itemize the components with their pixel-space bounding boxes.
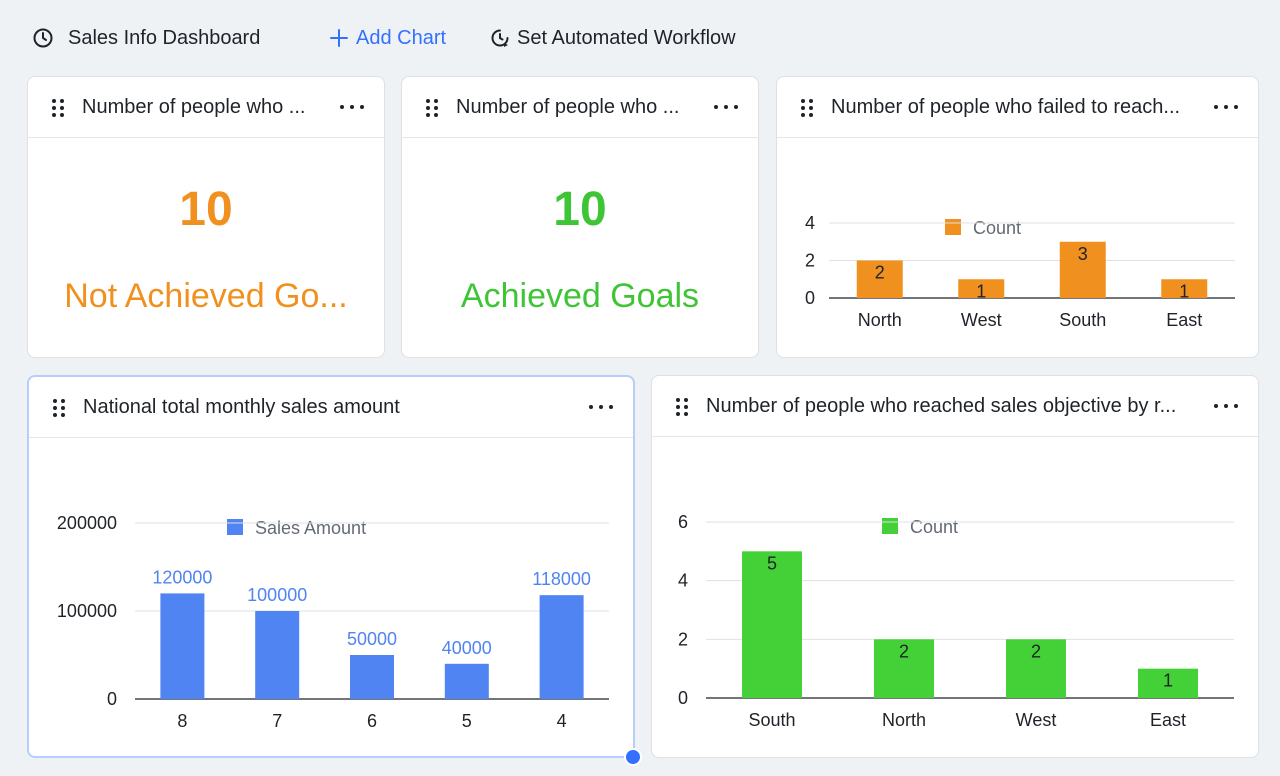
resize-handle[interactable] (624, 748, 642, 766)
drag-handle-icon[interactable] (53, 399, 65, 417)
y-tick-label: 200000 (57, 513, 117, 533)
card-monthly-sales[interactable]: National total monthly sales amount Sale… (27, 375, 635, 758)
legend-label: Count (910, 517, 958, 537)
data-label: 50000 (347, 629, 397, 649)
stat-value: 10 (179, 183, 233, 236)
card-header: Number of people who reached sales objec… (652, 376, 1258, 437)
x-tick-label: 7 (272, 711, 282, 731)
data-label: 100000 (247, 585, 307, 605)
x-tick-label: 4 (557, 711, 567, 731)
x-tick-label: 5 (462, 711, 472, 731)
data-label: 3 (1078, 244, 1088, 264)
reached-by-region-chart: Count 0 2 4 6 5 South 2 North 2 West 1 East (678, 512, 1234, 730)
drag-handle-icon[interactable] (52, 99, 64, 117)
x-tick-label: 6 (367, 711, 377, 731)
bar (444, 663, 489, 699)
drag-handle-icon[interactable] (676, 398, 688, 416)
data-label: 120000 (152, 567, 212, 587)
legend-swatch (227, 519, 243, 535)
y-tick-label: 4 (678, 571, 688, 591)
data-label: 1 (976, 281, 986, 301)
data-label: 2 (875, 263, 885, 283)
dashboard-title: Sales Info Dashboard (32, 24, 260, 52)
more-options-icon[interactable] (340, 95, 364, 119)
data-label: 2 (899, 641, 909, 661)
plus-icon (328, 27, 350, 49)
drag-handle-icon[interactable] (801, 99, 813, 117)
card-header: Number of people who ... (402, 77, 758, 138)
stat-value: 10 (553, 183, 607, 236)
chart-legend: Sales Amount (227, 518, 366, 538)
legend-label: Count (973, 218, 1021, 238)
card-title: National total monthly sales amount (83, 396, 400, 418)
data-label: 1 (1163, 671, 1173, 691)
more-options-icon[interactable] (1214, 95, 1238, 119)
card-title: Number of people who failed to reach... (831, 96, 1181, 118)
y-tick-label: 2 (805, 251, 815, 271)
y-tick-label: 2 (678, 629, 688, 649)
x-tick-label: North (882, 710, 926, 730)
card-not-achieved[interactable]: Number of people who ... 10 Not Achieved… (27, 76, 385, 358)
card-failed-by-region[interactable]: Number of people who failed to reach... … (776, 76, 1259, 358)
add-chart-label: Add Chart (356, 26, 447, 49)
bar (255, 611, 300, 699)
bar (539, 595, 584, 699)
data-label: 5 (767, 553, 777, 573)
bar (160, 593, 205, 699)
card-title: Number of people who ... (456, 96, 680, 118)
x-tick-label: 8 (177, 711, 187, 731)
card-title: Number of people who ... (82, 96, 306, 118)
bar (350, 655, 394, 699)
card-header: Number of people who ... (28, 77, 384, 138)
data-label: 2 (1031, 641, 1041, 661)
card-title: Number of people who reached sales objec… (706, 395, 1177, 417)
data-label: 1 (1179, 281, 1189, 301)
workflow-label: Set Automated Workflow (517, 26, 736, 49)
x-tick-label: North (858, 310, 902, 330)
x-tick-label: East (1166, 310, 1202, 330)
y-tick-label: 0 (107, 689, 117, 709)
card-reached-by-region[interactable]: Number of people who reached sales objec… (651, 375, 1259, 758)
y-tick-label: 0 (805, 288, 815, 308)
clock-icon (32, 27, 54, 49)
card-achieved[interactable]: Number of people who ... 10 Achieved Goa… (401, 76, 759, 358)
card-header: Number of people who failed to reach... (777, 77, 1258, 138)
x-tick-label: West (961, 310, 1002, 330)
data-label: 40000 (442, 638, 492, 658)
more-options-icon[interactable] (1214, 394, 1238, 418)
failed-by-region-chart: Count 0 2 4 2 North 1 West 3 South 1 East (805, 213, 1235, 330)
dashboard-title-label: Sales Info Dashboard (68, 26, 261, 49)
y-tick-label: 0 (678, 688, 688, 708)
chart-legend: Count (882, 517, 958, 537)
monthly-sales-chart: Sales Amount 0 100000 200000 120000 8 100000 7 5… (57, 513, 609, 731)
x-tick-label: East (1150, 710, 1186, 730)
y-tick-label: 6 (678, 512, 688, 532)
set-automated-workflow-button[interactable]: Set Automated Workflow (489, 24, 736, 52)
x-tick-label: South (1059, 310, 1106, 330)
add-chart-button[interactable]: Add Chart (328, 24, 446, 52)
stat-label: Achieved Goals (460, 277, 700, 315)
more-options-icon[interactable] (589, 395, 613, 419)
automation-icon (489, 27, 511, 49)
stat-label: Not Achieved Go... (64, 277, 348, 315)
data-label: 118000 (532, 569, 591, 589)
y-tick-label: 100000 (57, 601, 117, 621)
drag-handle-icon[interactable] (426, 99, 438, 117)
legend-swatch (945, 219, 961, 235)
card-header: National total monthly sales amount (29, 377, 633, 438)
y-tick-label: 4 (805, 213, 815, 233)
chart-legend: Count (945, 218, 1021, 238)
legend-swatch (882, 518, 898, 534)
dashboard-toolbar: Sales Info Dashboard Add Chart Set Autom… (0, 0, 1280, 76)
x-tick-label: South (748, 710, 795, 730)
legend-label: Sales Amount (255, 518, 366, 538)
more-options-icon[interactable] (714, 95, 738, 119)
x-tick-label: West (1016, 710, 1057, 730)
